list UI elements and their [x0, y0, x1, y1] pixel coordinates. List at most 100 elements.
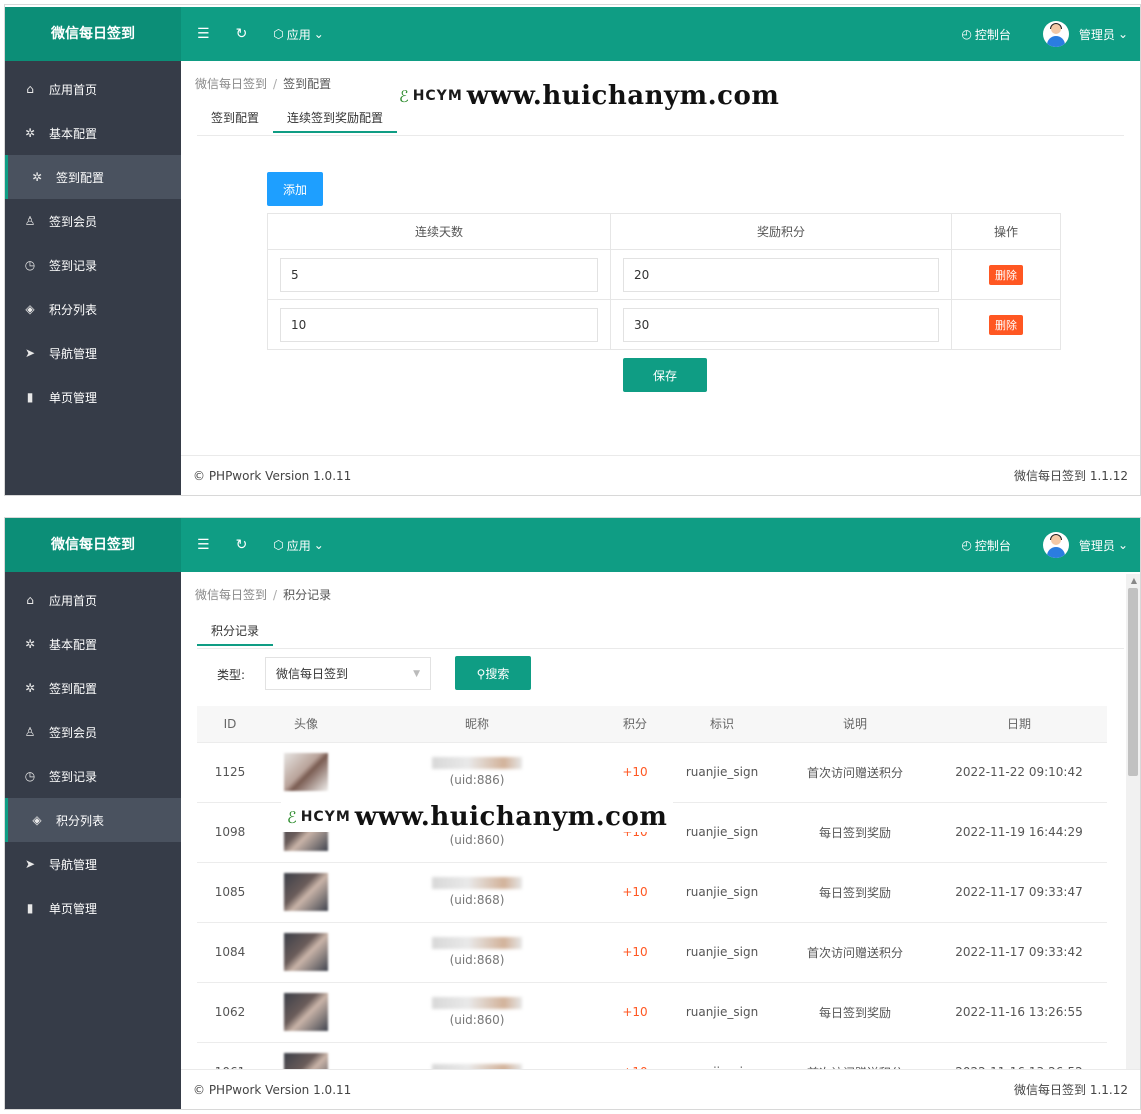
column-header: 标识 [665, 706, 779, 743]
scroll-up-icon[interactable]: ▲ [1131, 576, 1137, 585]
vertical-scrollbar[interactable]: ▲ [1126, 574, 1140, 1069]
sidebar-item-label: 应用首页 [49, 593, 98, 608]
cell-tag: ruanjie_sign [665, 862, 779, 923]
user-name: 管理员 [1078, 538, 1115, 553]
table-row: 1084 (uid:868) +10 ruanjie_sign 首次访问赠送积分… [197, 922, 1107, 983]
days-input[interactable] [280, 307, 598, 342]
save-button[interactable]: 保存 [623, 358, 707, 392]
sidebar-item-sign-records[interactable]: ◷ 签到记录 [5, 243, 181, 287]
sidebar: ⌂ 应用首页 ✲ 基本配置 ✲ 签到配置 ♙ 签到会员 ◷ 签到记录 ◈ 积分列表 ➤ 导航管… [5, 572, 181, 1109]
breadcrumb-current: 签到配置 [283, 77, 332, 91]
sidebar-item-navigation[interactable]: ➤ 导航管理 [5, 842, 181, 886]
sidebar-item-home[interactable]: ⌂ 应用首页 [5, 67, 181, 111]
sidebar-item-sign-config[interactable]: ✲ 签到配置 [5, 155, 181, 199]
leaf-icon: ℰ [399, 86, 409, 106]
column-header: 奖励积分 [610, 213, 952, 250]
sidebar-item-basic-config[interactable]: ✲ 基本配置 [5, 622, 181, 666]
sidebar-item-label: 单页管理 [49, 901, 98, 916]
console-label: 控制台 [974, 27, 1011, 42]
top-bar: 微信每日签到 ☰ ↻ ⬡ 应用 ⌄ ◴ 控制台 管理员 ⌄ [5, 7, 1140, 61]
blurred-nickname [432, 937, 522, 949]
breadcrumb-root[interactable]: 微信每日签到 [195, 588, 267, 602]
cell-id: 1098 [197, 802, 263, 863]
home-icon: ⌂ [26, 82, 34, 96]
cell-date: 2022-11-22 09:10:42 [931, 742, 1107, 803]
column-header: 说明 [779, 706, 931, 743]
apps-menu[interactable]: ⬡ 应用 ⌄ [273, 537, 324, 554]
column-header: 连续天数 [267, 213, 611, 250]
gear-icon: ✲ [31, 170, 43, 184]
app-brand: 微信每日签到 [5, 7, 181, 61]
sidebar-item-members[interactable]: ♙ 签到会员 [5, 710, 181, 754]
add-button[interactable]: 添加 [267, 172, 324, 206]
column-header: 操作 [951, 213, 1061, 250]
avatar[interactable] [1042, 21, 1069, 47]
main-content: 微信每日签到 / 签到配置 签到配置 连续签到奖励配置 添加 连续天数 奖励积分 操… [181, 61, 1140, 495]
sidebar-item-pages[interactable]: ▮ 单页管理 [5, 375, 181, 419]
cell-desc: 每日签到奖励 [779, 862, 931, 923]
delete-button[interactable]: 删除 [989, 314, 1023, 335]
refresh-icon[interactable]: ↻ [236, 537, 248, 553]
uid-text: (uid:860) [449, 833, 505, 847]
sidebar-item-sign-config[interactable]: ✲ 签到配置 [5, 666, 181, 710]
console-link[interactable]: ◴ 控制台 [961, 26, 1011, 43]
gear-icon: ✲ [24, 126, 36, 140]
sidebar-item-sign-records[interactable]: ◷ 签到记录 [5, 754, 181, 798]
uid-text: (uid:868) [449, 893, 505, 907]
avatar-image [284, 873, 328, 911]
refresh-icon[interactable]: ↻ [236, 26, 248, 42]
avatar[interactable] [1042, 532, 1069, 558]
tab-bar: 签到配置 连续签到奖励配置 [197, 103, 398, 133]
sidebar-item-points-list[interactable]: ◈ 积分列表 [5, 798, 181, 842]
cell-avatar [263, 862, 349, 923]
uid-text: (uid:886) [449, 773, 505, 787]
column-header: ID [197, 706, 263, 743]
watermark-logo: HCYM [300, 809, 351, 825]
sidebar-item-home[interactable]: ⌂ 应用首页 [5, 578, 181, 622]
footer-version: © PHPwork Version 1.0.11 [193, 1082, 352, 1097]
apps-menu-label: 应用 [286, 27, 311, 42]
menu-toggle-icon[interactable]: ☰ [197, 26, 210, 42]
user-name: 管理员 [1078, 27, 1115, 42]
console-link[interactable]: ◴ 控制台 [961, 537, 1011, 554]
user-menu[interactable]: 管理员 ⌄ [1079, 537, 1128, 554]
tab-sign-config[interactable]: 签到配置 [197, 103, 273, 133]
points-input[interactable] [623, 257, 939, 292]
sidebar-item-points-list[interactable]: ◈ 积分列表 [5, 287, 181, 331]
apps-menu[interactable]: ⬡ 应用 ⌄ [273, 26, 324, 43]
sidebar-item-pages[interactable]: ▮ 单页管理 [5, 886, 181, 930]
avatar-image [284, 993, 328, 1031]
column-header: 积分 [605, 706, 665, 743]
cell-desc: 每日签到奖励 [779, 802, 931, 863]
sidebar-item-navigation[interactable]: ➤ 导航管理 [5, 331, 181, 375]
sidebar-item-label: 签到记录 [49, 258, 98, 273]
file-icon: ▮ [26, 901, 34, 915]
sidebar-item-members[interactable]: ♙ 签到会员 [5, 199, 181, 243]
type-select[interactable]: 微信每日签到 ▼ [265, 657, 431, 690]
gear-icon: ✲ [24, 637, 36, 651]
cell-date: 2022-11-19 16:44:29 [931, 802, 1107, 863]
delete-button[interactable]: 删除 [989, 264, 1023, 285]
cell-nickname: (uid:868) [349, 862, 605, 923]
uid-text: (uid:860) [449, 1013, 505, 1027]
cell-nickname: (uid:860) [349, 982, 605, 1043]
points-input[interactable] [623, 307, 939, 342]
scroll-thumb[interactable] [1128, 588, 1138, 776]
sidebar: ⌂ 应用首页 ✲ 基本配置 ✲ 签到配置 ♙ 签到会员 ◷ 签到记录 ◈ 积分列表 ➤ 导航管… [5, 61, 181, 495]
tab-points-records[interactable]: 积分记录 [197, 616, 274, 646]
user-menu[interactable]: 管理员 ⌄ [1079, 26, 1128, 43]
tab-divider [197, 135, 1124, 136]
cell-nickname: (uid:886) [349, 742, 605, 803]
tab-streak-reward-config[interactable]: 连续签到奖励配置 [273, 103, 398, 133]
days-input[interactable] [280, 257, 598, 292]
points-records-screenshot: 微信每日签到 ☰ ↻ ⬡ 应用 ⌄ ◴ 控制台 管理员 ⌄ ⌂ 应用首页 ✲ 基本 [4, 517, 1141, 1110]
breadcrumb-root[interactable]: 微信每日签到 [195, 77, 267, 91]
sidebar-item-basic-config[interactable]: ✲ 基本配置 [5, 111, 181, 155]
menu-toggle-icon[interactable]: ☰ [197, 537, 210, 553]
tab-bar: 积分记录 [197, 616, 274, 646]
search-button[interactable]: ⚲搜索 [455, 656, 531, 690]
sidebar-item-label: 签到记录 [49, 769, 98, 784]
cell-avatar [263, 982, 349, 1043]
table-header-row: 连续天数 奖励积分 操作 [267, 213, 1061, 250]
caret-down-icon: ▼ [413, 668, 420, 679]
